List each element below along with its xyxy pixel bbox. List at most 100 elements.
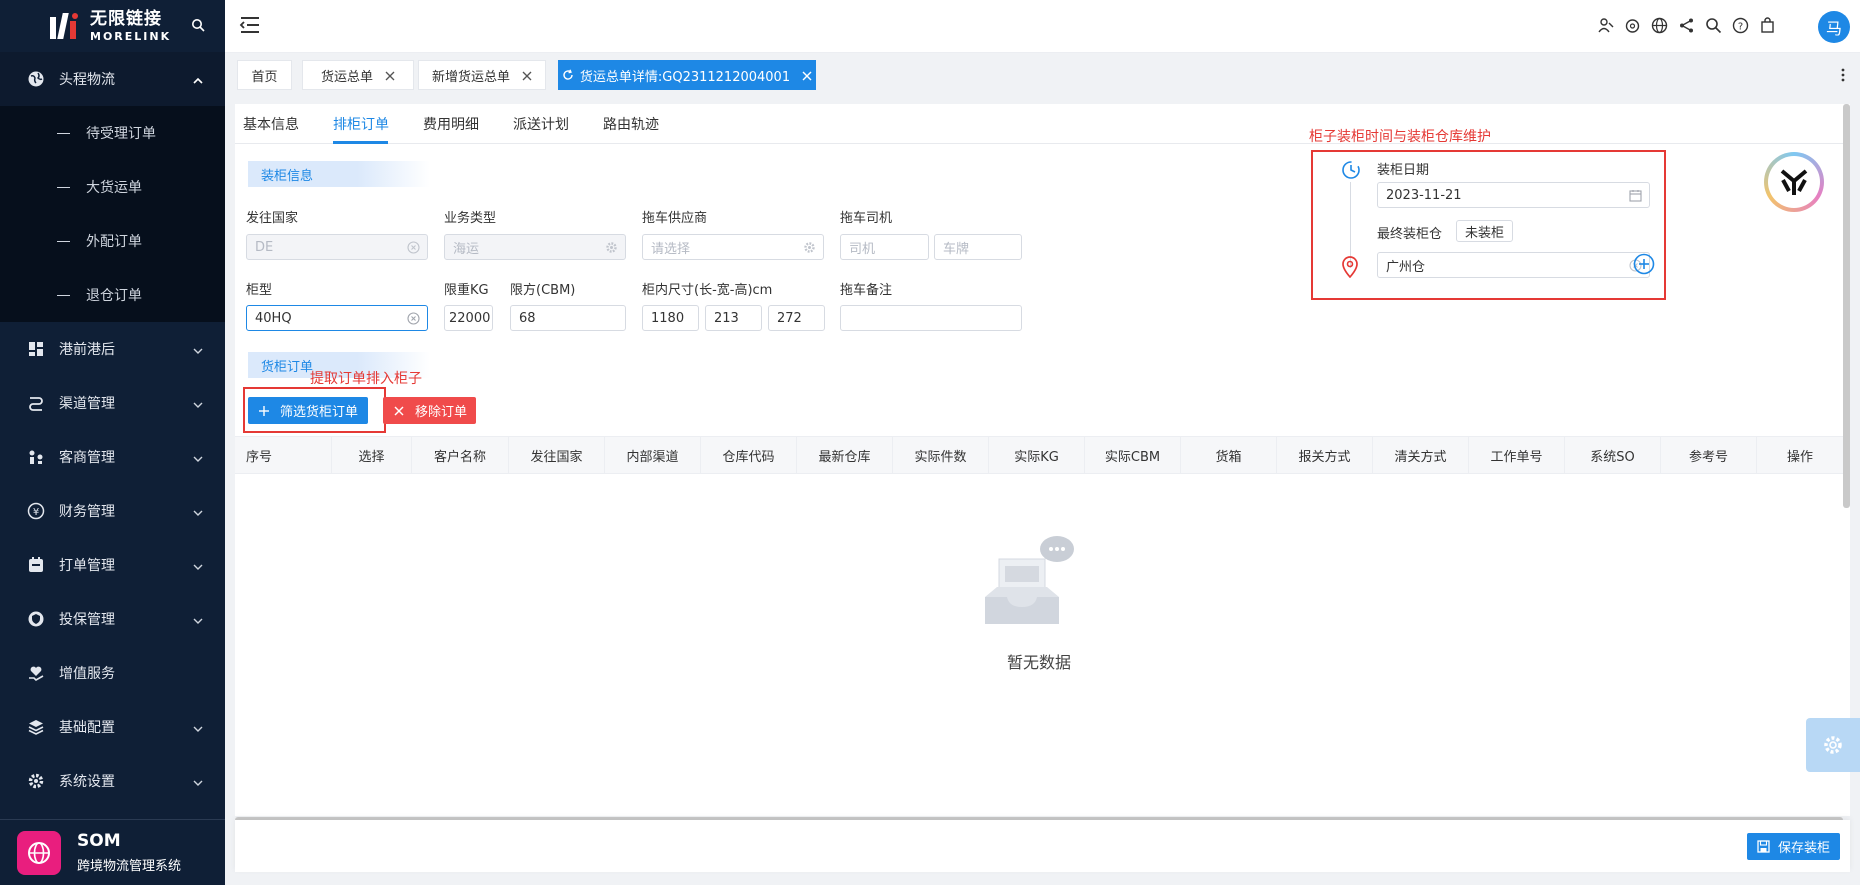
help-icon[interactable]: ? — [1732, 17, 1749, 34]
column-header[interactable]: 仓库代码 — [701, 437, 797, 473]
tag-icon[interactable] — [1624, 17, 1641, 34]
close-icon[interactable] — [802, 70, 812, 81]
brand-assistant-icon[interactable] — [1764, 152, 1824, 212]
floating-settings-icon[interactable] — [1806, 718, 1860, 772]
vertical-scrollbar[interactable] — [1843, 104, 1850, 508]
subtab-delivery-plan[interactable]: 派送计划 — [513, 114, 569, 134]
user-switch-icon[interactable] — [1597, 17, 1614, 34]
sidebar-subitem-return-orders[interactable]: 退仓订单 — [0, 268, 225, 322]
container-type-select[interactable]: 40HQ — [246, 305, 428, 331]
volume-limit-input[interactable]: 68 — [510, 305, 626, 331]
brand-logo[interactable]: 无限链接 MORELINK — [0, 0, 225, 52]
shopping-bag-icon[interactable] — [1759, 17, 1776, 34]
subtab-fee-details[interactable]: 费用明细 — [423, 114, 479, 134]
chevron-down-icon — [193, 722, 203, 732]
clear-icon[interactable] — [407, 312, 420, 325]
close-icon — [393, 405, 405, 417]
column-header[interactable]: 报关方式 — [1277, 437, 1373, 473]
page-tabs-bar: 首页 货运总单 新增货运总单 货运总单详情:GQ2311212004001 — [225, 53, 1860, 97]
tab-freight-master-detail[interactable]: 货运总单详情:GQ2311212004001 — [558, 60, 816, 90]
button-label: 移除订单 — [415, 405, 468, 420]
add-warehouse-icon[interactable] — [1633, 253, 1655, 275]
sidebar-item-port[interactable]: 港前港后 — [0, 322, 225, 376]
active-tab-indicator — [333, 141, 388, 144]
share-icon[interactable] — [1678, 17, 1695, 34]
sidebar-item-printing[interactable]: 打单管理 — [0, 538, 225, 592]
column-header[interactable]: 系统SO — [1565, 437, 1661, 473]
tab-freight-master[interactable]: 货运总单 — [302, 60, 414, 90]
column-header[interactable]: 序号 — [235, 437, 332, 473]
subtab-basic-info[interactable]: 基本信息 — [243, 114, 299, 134]
remove-orders-button[interactable]: 移除订单 — [383, 397, 476, 424]
inner-height-input[interactable]: 272 — [768, 305, 825, 331]
sidebar-item-insurance[interactable]: 投保管理 — [0, 592, 225, 646]
sidebar-subitem-bulk-waybill[interactable]: 大货运单 — [0, 160, 225, 214]
search-icon[interactable] — [191, 18, 205, 32]
column-header[interactable]: 清关方式 — [1373, 437, 1469, 473]
language-icon[interactable] — [1651, 17, 1668, 34]
field-placeholder: 司机 — [849, 241, 876, 257]
brand-name-cn: 无限链接 — [90, 8, 162, 29]
filter-container-orders-button[interactable]: 筛选货柜订单 — [248, 397, 368, 424]
yen-icon: ¥ — [27, 502, 45, 520]
sidebar-item-value-added[interactable]: 增值服务 — [0, 646, 225, 700]
field-value: 海运 — [453, 241, 480, 257]
annotation-extract-orders: 提取订单排入柜子 — [310, 371, 422, 387]
menu-collapse-icon[interactable] — [239, 15, 261, 35]
more-vertical-icon[interactable] — [1840, 67, 1846, 83]
sidebar-item-channels[interactable]: 渠道管理 — [0, 376, 225, 430]
column-header[interactable]: 客户名称 — [412, 437, 509, 473]
sidebar-subitem-external-orders[interactable]: 外配订单 — [0, 214, 225, 268]
column-header[interactable]: 选择 — [332, 437, 412, 473]
driver-input[interactable]: 司机 — [840, 234, 929, 260]
refresh-icon[interactable] — [562, 69, 574, 81]
business-type-input[interactable]: 海运 — [444, 234, 626, 260]
empty-inbox-icon — [985, 536, 1074, 624]
sidebar-item-finance[interactable]: ¥ 财务管理 — [0, 484, 225, 538]
globe-icon — [27, 70, 45, 88]
chevron-down-icon — [193, 560, 203, 570]
sidebar-item-base-config[interactable]: 基础配置 — [0, 700, 225, 754]
column-header[interactable]: 发往国家 — [509, 437, 605, 473]
truck-supplier-select[interactable]: 请选择 — [642, 234, 824, 260]
sidebar-subitem-pending-orders[interactable]: 待受理订单 — [0, 106, 225, 160]
settings-icon[interactable] — [803, 241, 816, 254]
plate-input[interactable]: 车牌 — [934, 234, 1022, 260]
sidebar-item-first-mile[interactable]: 头程物流 — [0, 52, 225, 106]
column-header[interactable]: 参考号 — [1661, 437, 1757, 473]
subtab-container-orders[interactable]: 排柜订单 — [333, 114, 389, 134]
sidebar-item-customers[interactable]: 客商管理 — [0, 430, 225, 484]
column-header[interactable]: 货箱 — [1181, 437, 1277, 473]
tab-home[interactable]: 首页 — [237, 60, 292, 90]
dest-country-input[interactable]: DE — [246, 234, 428, 260]
search-icon[interactable] — [1705, 17, 1722, 34]
close-icon[interactable] — [385, 70, 395, 81]
settings-icon[interactable] — [605, 241, 618, 254]
empty-state-illustration — [977, 529, 1087, 643]
column-header[interactable]: 实际CBM — [1085, 437, 1181, 473]
column-header[interactable]: 工作单号 — [1469, 437, 1565, 473]
inner-width-input[interactable]: 213 — [705, 305, 762, 331]
close-icon[interactable] — [522, 70, 532, 81]
annotation-loading-maintenance: 柜子装柜时间与装柜仓库维护 — [1309, 129, 1491, 145]
final-warehouse-select[interactable]: 广州仓 — [1377, 252, 1650, 278]
column-header[interactable]: 操作 — [1757, 437, 1843, 473]
print-icon — [27, 556, 45, 574]
weight-limit-input[interactable]: 22000 — [444, 305, 493, 331]
sidebar-item-system-settings[interactable]: 系统设置 — [0, 754, 225, 808]
column-header[interactable]: 实际KG — [989, 437, 1085, 473]
calendar-icon[interactable] — [1629, 189, 1642, 202]
column-header[interactable]: 内部渠道 — [605, 437, 701, 473]
subtab-route-tracking[interactable]: 路由轨迹 — [603, 114, 659, 134]
truck-note-input[interactable] — [840, 305, 1022, 331]
inner-length-input[interactable]: 1180 — [642, 305, 699, 331]
save-loading-button[interactable]: 保存装柜 — [1746, 833, 1840, 860]
column-header[interactable]: 最新仓库 — [797, 437, 893, 473]
clear-icon[interactable] — [407, 241, 420, 254]
loading-date-input[interactable]: 2023-11-21 — [1377, 182, 1650, 208]
field-label: 柜型 — [246, 283, 273, 298]
chevron-down-icon — [193, 614, 203, 624]
column-header[interactable]: 实际件数 — [893, 437, 989, 473]
avatar[interactable]: 马 — [1818, 11, 1850, 43]
tab-new-freight-master[interactable]: 新增货运总单 — [418, 60, 546, 90]
